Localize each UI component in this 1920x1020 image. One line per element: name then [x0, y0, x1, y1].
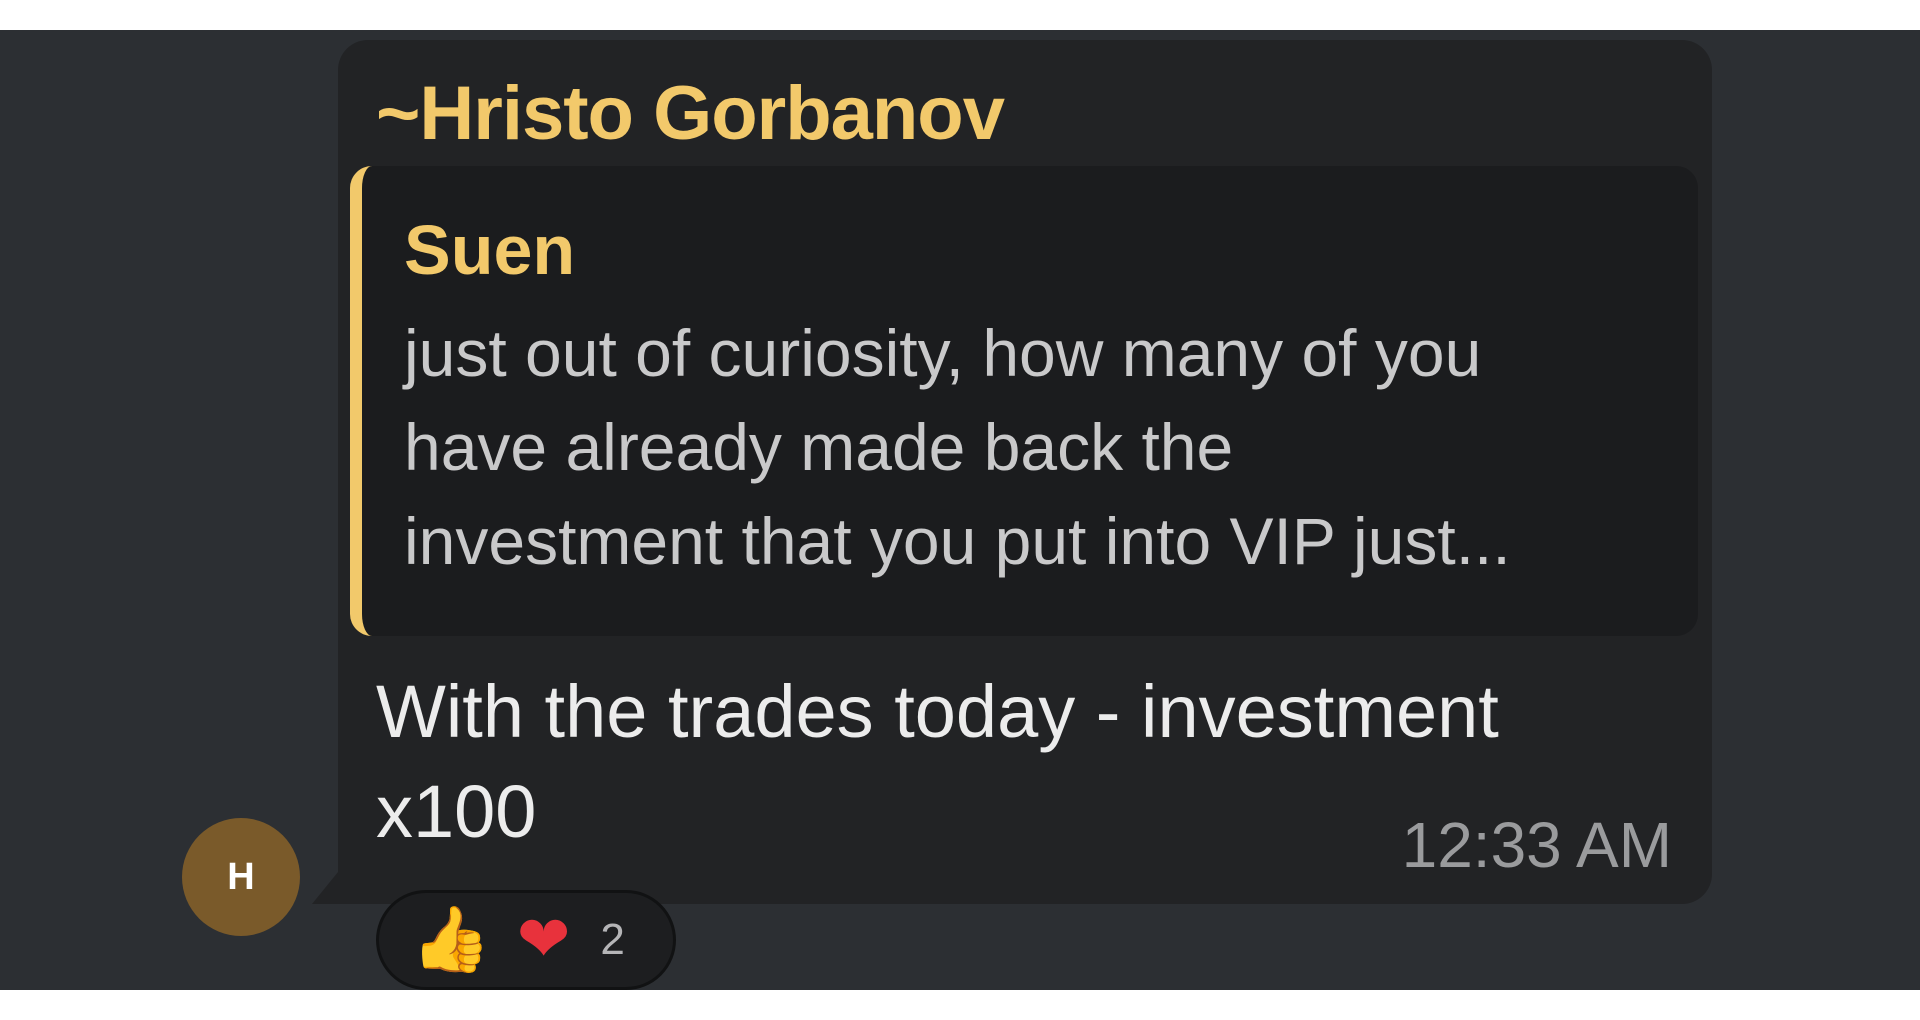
reactions-pill[interactable]: 👍 ❤ 2: [376, 890, 676, 990]
quote-line: just out of curiosity, how many of you: [404, 316, 1482, 390]
reply-quote[interactable]: Suen just out of curiosity, how many of …: [350, 166, 1698, 636]
message-bubble[interactable]: ~Hristo Gorbanov Suen just out of curios…: [338, 40, 1712, 904]
quote-text: just out of curiosity, how many of you h…: [404, 306, 1694, 588]
reaction-count: 2: [600, 915, 625, 964]
message-timestamp: 12:33 AM: [1401, 809, 1672, 881]
bubble-tail: [312, 872, 338, 904]
chat-area: H ~Hristo Gorbanov Suen just out of curi…: [0, 30, 1920, 990]
quote-line: investment that you put into VIP just...: [404, 504, 1511, 578]
avatar[interactable]: H: [182, 818, 300, 936]
quote-line: have already made back the: [404, 410, 1234, 484]
sender-name[interactable]: ~Hristo Gorbanov: [376, 70, 1005, 157]
message-line: With the trades today - investment: [376, 670, 1499, 753]
quote-author: Suen: [404, 211, 576, 289]
heart-icon[interactable]: ❤: [517, 908, 571, 972]
avatar-initial: H: [227, 855, 255, 898]
thumbs-up-icon[interactable]: 👍: [411, 908, 491, 972]
